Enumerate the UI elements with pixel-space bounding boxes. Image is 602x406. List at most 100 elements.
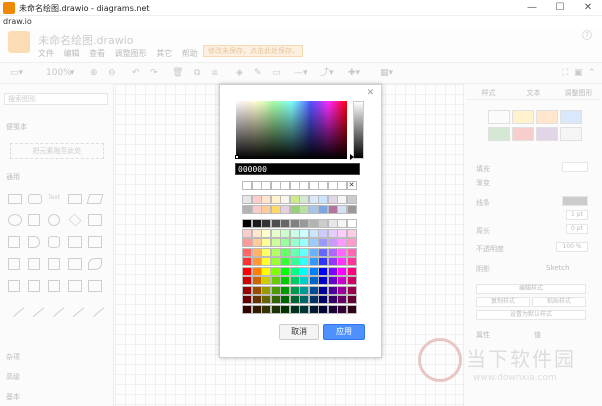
menu-extras[interactable]: 其它 [156,48,172,59]
recent-color-swatch[interactable] [251,181,262,190]
palette-color-swatch[interactable] [299,295,309,304]
search-shapes-input[interactable]: 搜索图形 [4,93,108,105]
palette-color-swatch[interactable] [289,295,300,304]
style-swatch-4[interactable] [560,110,582,124]
style-swatch-6[interactable] [512,127,534,141]
opacity-input[interactable]: 100 % [556,242,588,252]
unsaved-changes-notice[interactable]: 修改未保存，点击此处保存。 [203,45,303,57]
square-shape[interactable] [28,214,40,226]
palette-color-swatch[interactable] [318,257,328,266]
double-arrow-shape[interactable] [68,280,82,292]
palette-color-swatch[interactable] [261,266,271,276]
style-swatch-5[interactable] [488,127,510,141]
palette-color-swatch[interactable] [261,228,271,238]
brightness-slider-marker[interactable] [350,154,354,160]
gradient-checkbox-label[interactable]: 渐变 [476,178,490,188]
tab-text[interactable]: 文本 [511,86,556,100]
preset-color-swatch[interactable] [299,204,309,214]
cylinder-shape[interactable] [48,236,60,248]
palette-color-swatch[interactable] [299,285,309,295]
edit-style-button[interactable]: 编辑样式 [476,284,586,294]
palette-color-swatch[interactable] [280,247,290,257]
line-color-icon[interactable]: ✎ [254,67,262,80]
note-shape[interactable] [28,258,40,270]
shadow-icon[interactable]: ▭ [272,67,281,80]
palette-color-swatch[interactable] [299,266,309,276]
preset-color-swatch[interactable] [270,195,281,204]
preset-color-swatch[interactable] [327,204,338,214]
line-checkbox-label[interactable]: 线条 [476,198,490,208]
format-panel-toggle-icon[interactable]: ▭▾ [10,67,23,80]
palette-color-swatch[interactable] [251,266,262,276]
preset-color-swatch[interactable] [280,204,290,214]
recent-color-swatch[interactable] [327,181,338,190]
preset-color-swatch[interactable] [318,195,328,204]
apply-button[interactable]: 应用 [323,324,365,340]
tape-shape[interactable] [88,236,102,248]
palette-color-swatch[interactable] [280,276,290,285]
palette-color-swatch[interactable] [242,276,252,285]
palette-color-swatch[interactable] [346,276,357,285]
palette-color-swatch[interactable] [299,257,309,266]
recent-color-swatch[interactable] [289,181,300,190]
menu-help[interactable]: 帮助 [182,48,198,59]
menu-edit[interactable]: 编辑 [64,48,80,59]
palette-color-swatch[interactable] [327,219,338,228]
preset-color-swatch[interactable] [280,195,290,204]
palette-color-swatch[interactable] [299,238,309,247]
palette-color-swatch[interactable] [242,228,252,238]
fill-color-button[interactable] [562,162,588,172]
style-swatch-7[interactable] [536,127,558,141]
palette-color-swatch[interactable] [270,219,281,228]
palette-color-swatch[interactable] [318,276,328,285]
process-shape[interactable] [8,258,20,270]
palette-color-swatch[interactable] [327,285,338,295]
palette-color-swatch[interactable] [327,228,338,238]
palette-color-swatch[interactable] [261,219,271,228]
palette-color-swatch[interactable] [280,266,290,276]
palette-color-swatch[interactable] [308,285,319,295]
or-shape[interactable] [88,258,102,270]
preset-color-swatch[interactable] [299,195,309,204]
palette-color-swatch[interactable] [280,285,290,295]
palette-color-swatch[interactable] [346,219,357,228]
copy-style-button[interactable]: 复制样式 [476,297,530,307]
connection-style-icon[interactable]: —▾ [294,67,308,80]
table-icon[interactable]: ▦▾ [380,67,393,80]
palette-color-swatch[interactable] [280,304,290,314]
palette-color-swatch[interactable] [327,295,338,304]
palette-color-swatch[interactable] [327,304,338,314]
palette-color-swatch[interactable] [308,295,319,304]
general-section-header[interactable]: 通用 [6,172,20,182]
fullscreen-icon[interactable]: ⛶ [562,67,568,80]
palette-color-swatch[interactable] [289,228,300,238]
palette-color-swatch[interactable] [289,304,300,314]
preset-color-swatch[interactable] [261,195,271,204]
palette-color-swatch[interactable] [289,276,300,285]
scratchpad-header[interactable]: 便笺本 [6,122,27,132]
zoom-out-icon[interactable]: ⊖ [108,67,116,80]
to-front-icon[interactable]: ⧉ [194,67,200,80]
card-shape[interactable] [48,258,60,270]
palette-color-swatch[interactable] [337,228,347,238]
palette-color-swatch[interactable] [280,238,290,247]
preset-color-swatch[interactable] [251,204,262,214]
palette-color-swatch[interactable] [251,238,262,247]
palette-color-swatch[interactable] [251,228,262,238]
preset-color-swatch[interactable] [327,195,338,204]
palette-color-swatch[interactable] [270,228,281,238]
line-width-input[interactable]: 1 pt [566,210,588,220]
preset-color-swatch[interactable] [242,195,252,204]
recent-color-swatch[interactable] [280,181,290,190]
palette-color-swatch[interactable] [280,295,290,304]
undo-icon[interactable]: ↶ [132,67,140,80]
palette-color-swatch[interactable] [270,247,281,257]
help-circle-icon[interactable]: ? [582,30,592,40]
palette-color-swatch[interactable] [308,304,319,314]
palette-color-swatch[interactable] [337,219,347,228]
palette-color-swatch[interactable] [242,238,252,247]
shadow-checkbox-label[interactable]: 阴影 [476,264,490,274]
sketch-checkbox-label[interactable]: Sketch [546,264,570,272]
preset-color-swatch[interactable] [337,204,347,214]
zoom-select[interactable]: 100% [46,67,72,80]
